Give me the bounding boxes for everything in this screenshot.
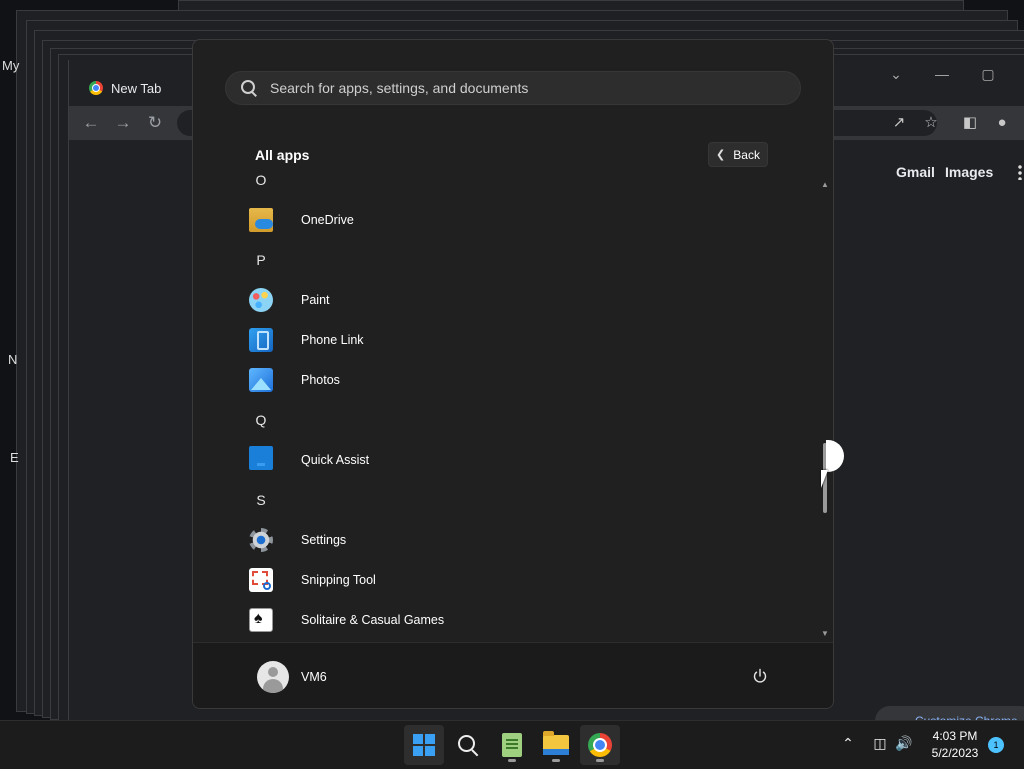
scroll-up-arrow-icon[interactable]: ▲ bbox=[821, 180, 829, 189]
app-name: OneDrive bbox=[301, 213, 354, 227]
profile-icon[interactable]: ● bbox=[992, 113, 1012, 133]
desktop-icon-label[interactable]: My bbox=[2, 58, 19, 73]
app-name: Photos bbox=[301, 373, 340, 387]
notepad-icon bbox=[502, 733, 522, 757]
chevron-left-icon: ❮ bbox=[716, 149, 726, 161]
letter-label: P bbox=[256, 252, 266, 268]
desktop-icon-label[interactable]: N bbox=[8, 352, 17, 367]
taskbar: ⌃ ◫ 🔊 4:03 PM 5/2/2023 1 bbox=[0, 720, 1024, 769]
chrome-logo-icon bbox=[89, 81, 103, 95]
search-input[interactable] bbox=[268, 79, 792, 97]
app-name: Settings bbox=[301, 533, 347, 547]
volume-icon[interactable]: 🔊 bbox=[894, 735, 914, 752]
start-menu: All apps ❮ Back O OneDrive P Paint Phone… bbox=[192, 39, 834, 709]
letter-header-q[interactable]: Q bbox=[249, 400, 273, 440]
back-button[interactable]: ❮ Back bbox=[708, 142, 768, 167]
letter-label: Q bbox=[255, 412, 267, 428]
letter-header-o[interactable]: O bbox=[249, 172, 273, 200]
search-button[interactable] bbox=[448, 725, 488, 765]
running-indicator bbox=[596, 759, 604, 762]
app-item-phone-link[interactable]: Phone Link bbox=[249, 320, 364, 360]
photos-icon bbox=[249, 368, 273, 392]
all-apps-list: O OneDrive P Paint Phone Link Photos Q Q… bbox=[193, 172, 823, 642]
app-item-onedrive[interactable]: OneDrive bbox=[249, 200, 354, 240]
power-icon[interactable] bbox=[752, 668, 768, 684]
chrome-icon bbox=[588, 733, 612, 757]
app-name: Quick Assist bbox=[301, 453, 370, 467]
search-icon bbox=[457, 734, 479, 756]
windows-logo-icon bbox=[413, 734, 435, 756]
app-item-quick-assist[interactable]: Quick Assist bbox=[249, 440, 369, 480]
tab-title: New Tab bbox=[111, 80, 162, 96]
reload-icon[interactable]: ↻ bbox=[143, 112, 167, 134]
start-search-box[interactable] bbox=[225, 71, 801, 105]
app-name: Paint bbox=[301, 293, 330, 307]
all-apps-heading: All apps bbox=[255, 147, 310, 163]
paint-icon bbox=[249, 288, 273, 312]
app-item-photos[interactable]: Photos bbox=[249, 360, 340, 400]
maximize-button[interactable]: ▢ bbox=[973, 66, 1003, 83]
app-name: Phone Link bbox=[301, 333, 364, 347]
onedrive-icon bbox=[249, 208, 273, 232]
clock-time: 4:03 PM bbox=[932, 729, 978, 743]
images-link[interactable]: Images bbox=[945, 164, 993, 180]
app-item-solitaire[interactable]: Solitaire & Casual Games bbox=[249, 600, 444, 640]
clock-date: 5/2/2023 bbox=[931, 746, 979, 760]
back-arrow-icon[interactable]: ← bbox=[79, 112, 103, 134]
side-panel-icon[interactable]: ◧ bbox=[960, 113, 980, 133]
mouse-pointer-icon bbox=[821, 470, 828, 488]
tab-search-dropdown-icon[interactable]: ⌄ bbox=[881, 66, 911, 83]
clock[interactable]: 4:03 PM 5/2/2023 bbox=[920, 728, 990, 762]
snipping-tool-icon bbox=[249, 568, 273, 592]
letter-label: S bbox=[256, 492, 266, 508]
folder-icon bbox=[543, 731, 569, 755]
forward-arrow-icon[interactable]: → bbox=[111, 112, 135, 134]
gmail-link[interactable]: Gmail bbox=[896, 164, 935, 180]
app-name: Snipping Tool bbox=[301, 573, 376, 587]
user-name[interactable]: VM6 bbox=[301, 670, 327, 684]
bookmark-star-icon[interactable]: ☆ bbox=[921, 113, 941, 133]
solitaire-icon bbox=[249, 608, 273, 632]
quick-assist-icon bbox=[249, 446, 273, 470]
app-item-paint[interactable]: Paint bbox=[249, 280, 330, 320]
phone-link-icon bbox=[249, 328, 273, 352]
share-icon[interactable]: ↗ bbox=[889, 113, 909, 133]
scroll-down-arrow-icon[interactable]: ▼ bbox=[821, 629, 829, 638]
app-item-snipping-tool[interactable]: Snipping Tool bbox=[249, 560, 376, 600]
letter-header-p[interactable]: P bbox=[249, 240, 273, 280]
network-icon[interactable]: ◫ bbox=[870, 735, 890, 752]
app-item-settings[interactable]: Settings bbox=[249, 520, 346, 560]
chrome-app[interactable] bbox=[580, 725, 620, 765]
minimize-button[interactable]: — bbox=[927, 66, 957, 82]
file-explorer-app[interactable] bbox=[536, 725, 576, 765]
start-menu-footer: VM6 bbox=[193, 642, 833, 708]
app-name: Solitaire & Casual Games bbox=[301, 613, 445, 627]
running-indicator bbox=[552, 759, 560, 762]
user-avatar[interactable] bbox=[257, 661, 289, 693]
settings-gear-icon bbox=[249, 528, 273, 552]
desktop-icon-label[interactable]: E bbox=[10, 450, 19, 465]
notepad-app[interactable] bbox=[492, 725, 532, 765]
chevron-up-icon[interactable]: ⌃ bbox=[838, 735, 858, 752]
running-indicator bbox=[508, 759, 516, 762]
back-label: Back bbox=[733, 147, 760, 162]
start-button[interactable] bbox=[404, 725, 444, 765]
google-apps-icon[interactable] bbox=[1017, 164, 1024, 180]
search-icon bbox=[240, 79, 258, 97]
notification-badge[interactable]: 1 bbox=[988, 737, 1004, 753]
letter-label: O bbox=[255, 172, 267, 188]
letter-header-s[interactable]: S bbox=[249, 480, 273, 520]
